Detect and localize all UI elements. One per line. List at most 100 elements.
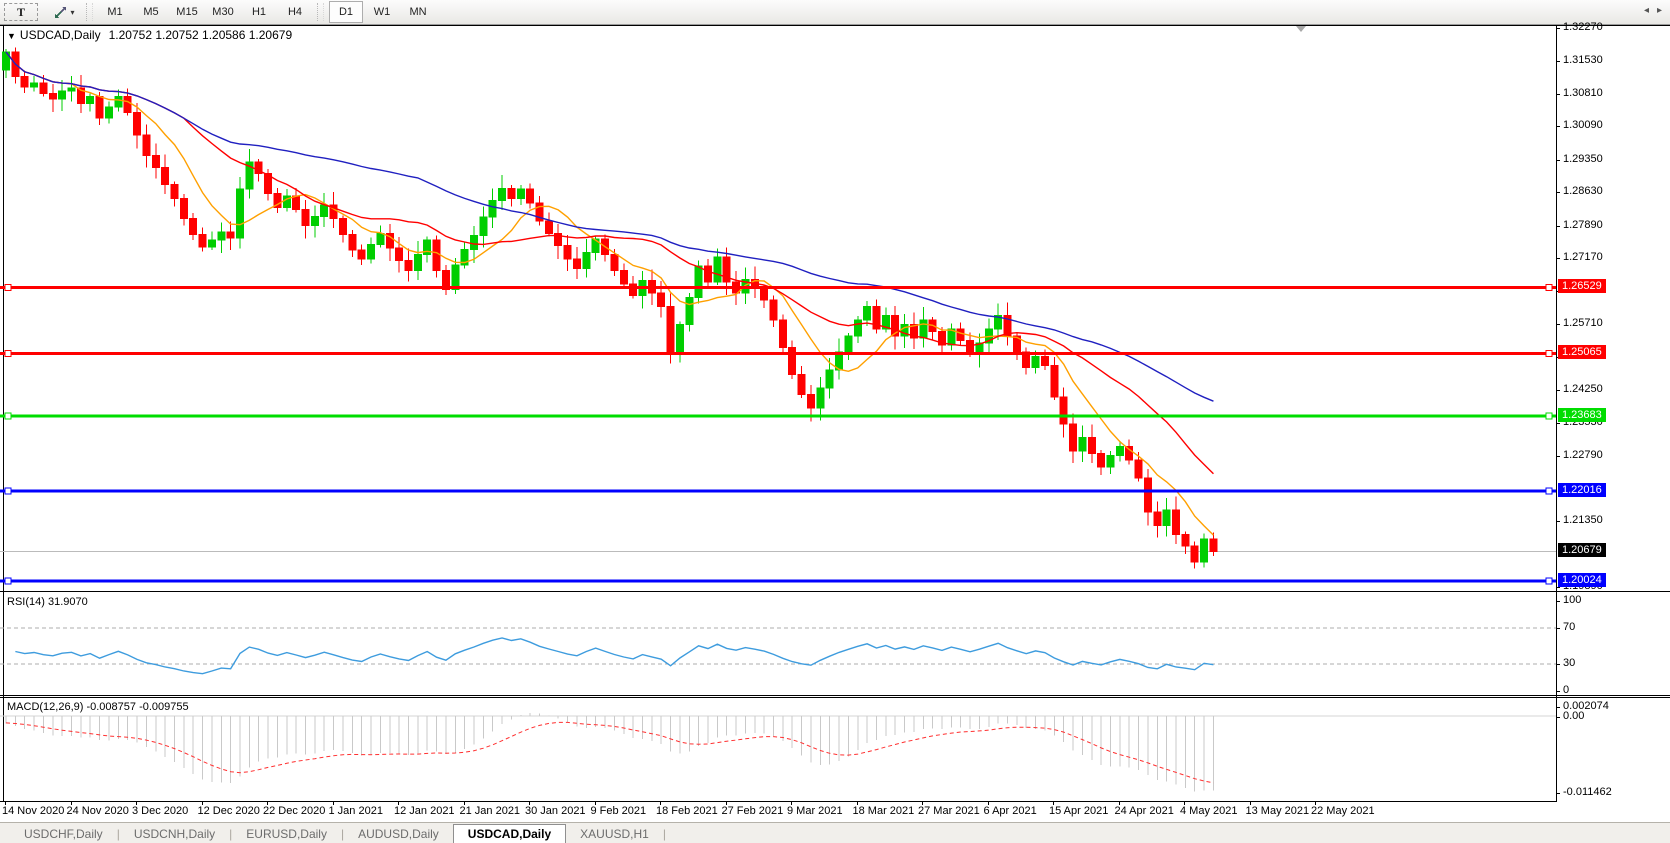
candle-body: [544, 220, 553, 235]
timeframe-button-m1[interactable]: M1: [98, 1, 132, 23]
price-tick-mark: [1556, 159, 1560, 161]
date-tick-label: 18 Mar 2021: [852, 805, 915, 817]
candle-body: [1172, 509, 1180, 536]
date-tick-label: 30 Jan 2021: [525, 805, 586, 817]
level-price-label: 1.22016: [1558, 483, 1606, 498]
line-anchor-icon: [1545, 577, 1553, 585]
price-tick-mark: [1556, 258, 1560, 260]
candle-body: [516, 188, 525, 199]
arrows-icon: [55, 6, 67, 18]
tab-audusd[interactable]: AUDUSD,Daily: [344, 825, 453, 843]
date-tick-label: 24 Apr 2021: [1114, 805, 1174, 817]
timeframe-button-h4[interactable]: H4: [278, 1, 312, 23]
date-tick-label: 18 Feb 2021: [656, 805, 718, 817]
date-tick-label: 27 Mar 2021: [918, 805, 980, 817]
candle-body: [816, 387, 825, 409]
tab-eurusd[interactable]: EURUSD,Daily: [232, 825, 341, 843]
macd-tick-mark: [1556, 717, 1560, 718]
candle-body: [853, 319, 862, 337]
timeframe-button-m15[interactable]: M15: [170, 1, 204, 23]
scroll-right-icon[interactable]: ▸: [1657, 5, 1662, 16]
tab-usdchf[interactable]: USDCHF,Daily: [10, 825, 117, 843]
chevron-down-icon[interactable]: ▾: [70, 8, 74, 17]
candle-body: [788, 346, 797, 375]
timeframe-button-m30[interactable]: M30: [206, 1, 240, 23]
price-tick-label: 1.30090: [1563, 119, 1603, 132]
candle-body: [179, 197, 188, 220]
toolbar-separator: [317, 3, 324, 21]
candle-body: [694, 265, 703, 299]
rsi-tick-mark: [1556, 664, 1560, 665]
line-anchor-icon: [4, 412, 12, 420]
candle-body: [348, 233, 357, 251]
candle-body: [207, 239, 216, 248]
slow-ma-line: [5, 51, 1214, 402]
candle-body: [20, 75, 29, 88]
rsi-tick-label: 30: [1563, 657, 1576, 669]
timeframe-button-h1[interactable]: H1: [242, 1, 276, 23]
price-tick-label: 1.28630: [1563, 185, 1603, 198]
price-tick-label: 1.25710: [1563, 317, 1603, 330]
timeframe-button-mn[interactable]: MN: [401, 1, 435, 23]
main-price-pane[interactable]: [0, 25, 1556, 591]
tab-xauusd[interactable]: XAUUSD,H1: [566, 825, 663, 843]
candle-body: [760, 288, 769, 301]
arrows-tool-button[interactable]: ▾: [47, 1, 81, 23]
candle-body: [1078, 437, 1087, 452]
current-price-label: 1.20679: [1558, 543, 1606, 558]
candle-body: [1031, 355, 1040, 369]
text-label-tool-button[interactable]: T: [4, 3, 38, 21]
scroll-left-icon[interactable]: ◂: [1644, 5, 1649, 16]
candle-body: [30, 82, 39, 88]
timeframe-button-m5[interactable]: M5: [134, 1, 168, 23]
candle-body: [778, 319, 787, 348]
chart-ohlc-values: 1.20752 1.20752 1.20586 1.20679: [108, 28, 293, 42]
rsi-pane[interactable]: [0, 592, 1556, 696]
candle-body: [320, 204, 329, 217]
candle-body: [1087, 437, 1096, 454]
timeframe-button-d1[interactable]: D1: [329, 1, 363, 23]
rsi-tick-mark: [1556, 628, 1560, 629]
date-tick-label: 3 Dec 2020: [132, 805, 189, 817]
candle-body: [1097, 452, 1106, 468]
candle-body: [666, 306, 675, 355]
macd-pane[interactable]: [0, 698, 1556, 801]
candle-body: [292, 195, 301, 210]
candle-body: [675, 324, 684, 355]
candle-body: [479, 216, 488, 236]
date-tick-label: 6 Apr 2021: [983, 805, 1037, 817]
candle-body: [1209, 538, 1218, 552]
price-axis[interactable]: 1.32270 1.31530 1.30810 1.30090 1.29350 1.286…: [1556, 0, 1670, 843]
candle-body: [619, 270, 628, 285]
candle-body: [48, 93, 57, 100]
candle-body: [133, 111, 142, 136]
tab-usdcad[interactable]: USDCAD,Daily: [452, 824, 567, 843]
line-anchor-icon: [1545, 487, 1553, 495]
timeframe-button-w1[interactable]: W1: [365, 1, 399, 23]
rsi-tick-label: 100: [1563, 594, 1582, 606]
candle-body: [338, 218, 347, 235]
candle-body: [1050, 364, 1059, 398]
candle-body: [1059, 396, 1068, 425]
price-tick-label: 1.27170: [1563, 251, 1603, 264]
toolbar: T ▾ M1 M5 M15 M30 H1 H4 D1 W1 MN: [0, 0, 1670, 25]
price-tick-label: 1.30810: [1563, 86, 1603, 99]
macd-tick-mark: [1556, 793, 1560, 794]
candle-body: [470, 234, 478, 251]
collapse-triangle-icon[interactable]: ▼: [7, 31, 16, 41]
candle-body: [563, 245, 572, 260]
tab-usdcnh[interactable]: USDCNH,Daily: [120, 825, 229, 843]
candle-body: [863, 306, 872, 321]
candle-body: [95, 96, 104, 119]
date-tick-label: 27 Feb 2021: [721, 805, 784, 817]
line-anchor-icon: [1545, 412, 1553, 420]
candle-body: [1200, 538, 1209, 563]
candle-body: [769, 299, 778, 321]
candle-body: [86, 96, 95, 104]
candle-body: [498, 187, 507, 202]
medium-ma-line: [5, 51, 1214, 475]
price-tick-mark: [1556, 422, 1560, 424]
candle-body: [1040, 355, 1049, 366]
rsi-indicator-label: RSI(14) 31.9070: [7, 596, 88, 608]
date-tick-label: 14 Nov 2020: [2, 805, 65, 817]
